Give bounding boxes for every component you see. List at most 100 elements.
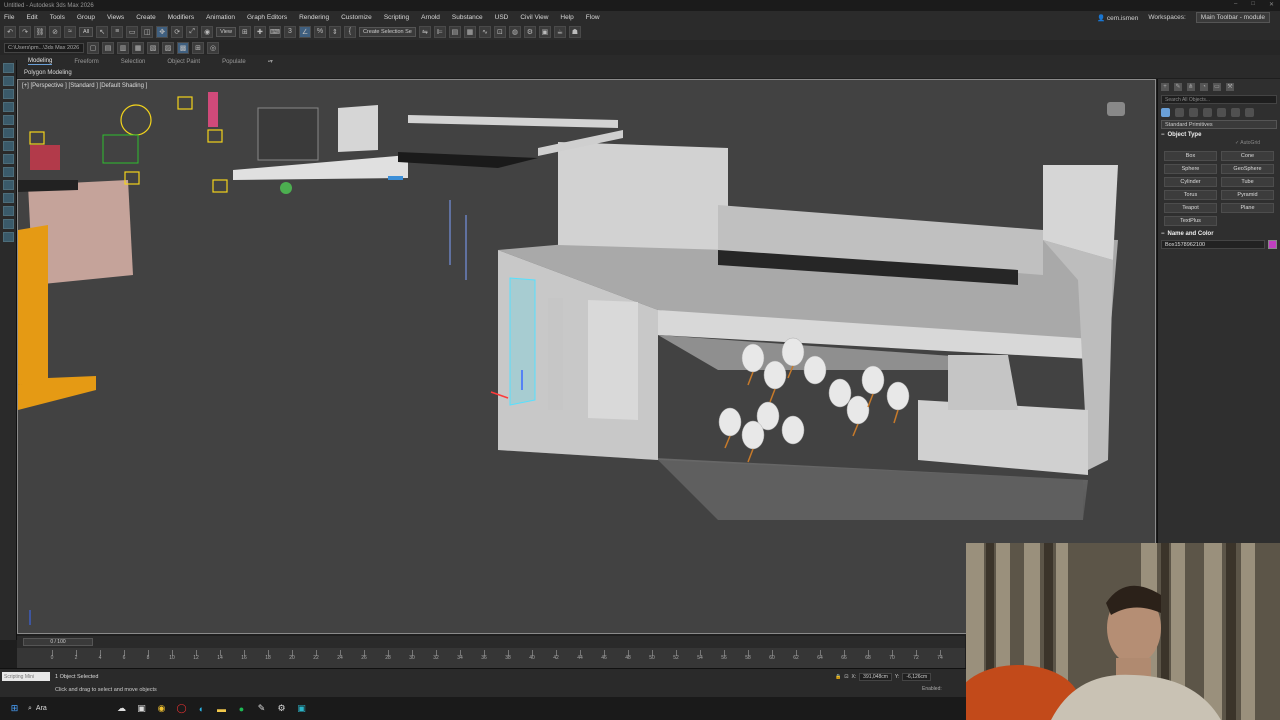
menu-group[interactable]: Group (77, 14, 95, 21)
menu-rendering[interactable]: Rendering (299, 14, 329, 21)
torus-button[interactable]: Torus (1164, 190, 1217, 200)
sort-tool-icon[interactable] (3, 141, 14, 151)
menu-customize[interactable]: Customize (341, 14, 372, 21)
link-icon[interactable]: ⛓ (34, 25, 46, 38)
render-icon[interactable]: ☕ (553, 25, 566, 38)
window-crossing-icon[interactable]: ◫ (141, 25, 154, 38)
tab-freeform[interactable]: Freeform (74, 59, 98, 65)
angle-snap-icon[interactable]: ∠ (298, 25, 311, 38)
tab-modeling[interactable]: Modeling (28, 58, 53, 65)
menu-file[interactable]: File (4, 14, 14, 21)
curve-editor-icon[interactable]: ∿ (478, 25, 491, 38)
hierarchy-tab-icon[interactable]: ⋔ (1187, 83, 1195, 91)
explorer-tool-icon[interactable] (3, 76, 14, 86)
lights-icon[interactable] (1189, 108, 1198, 117)
spinner-snap-icon[interactable]: ⇕ (328, 25, 341, 38)
helpers-icon[interactable] (1217, 108, 1226, 117)
pyramid-button[interactable]: Pyramid (1221, 190, 1274, 200)
menu-help[interactable]: Help (560, 14, 573, 21)
helper-tool-icon[interactable] (3, 232, 14, 242)
close-icon[interactable]: ✕ (1269, 1, 1274, 8)
tab-selection[interactable]: Selection (121, 59, 146, 65)
search-all-objects-input[interactable]: Search All Objects... (1161, 95, 1277, 104)
polygon-modeling-label[interactable]: Polygon Modeling (24, 70, 72, 76)
undo-icon[interactable]: ↶ (4, 25, 16, 38)
textplus-button[interactable]: TextPlus (1164, 216, 1217, 226)
viewcube-icon[interactable] (1107, 102, 1125, 116)
geometry-icon[interactable] (1161, 108, 1170, 117)
menu-scripting[interactable]: Scripting (384, 14, 409, 21)
isolate-icon[interactable]: ◎ (207, 41, 219, 54)
menu-usd[interactable]: USD (495, 14, 509, 21)
spacewarps-icon[interactable] (1231, 108, 1240, 117)
menu-substance[interactable]: Substance (452, 14, 483, 21)
name-color-rollout[interactable]: − Name and Color (1161, 231, 1277, 237)
minimize-icon[interactable]: – (1234, 1, 1237, 8)
maximize-icon[interactable]: □ (1251, 1, 1255, 8)
utilities-tab-icon[interactable]: ⚒ (1226, 83, 1234, 91)
frame-display[interactable]: 0 / 100 (23, 638, 93, 646)
chrome-icon[interactable]: ◉ (155, 702, 168, 715)
container-icon[interactable]: ▩ (177, 41, 189, 54)
selection-filter-dropdown[interactable]: All (79, 26, 94, 37)
display-tab-icon[interactable]: ▭ (1213, 83, 1221, 91)
layer-explorer-icon[interactable]: ▦ (463, 25, 476, 38)
cylinder-button[interactable]: Cylinder (1164, 177, 1217, 187)
tab-populate[interactable]: Populate (222, 59, 246, 65)
abs-mode-icon[interactable]: ⊡ (844, 674, 848, 680)
menu-modifiers[interactable]: Modifiers (168, 14, 194, 21)
ref-coord-dropdown[interactable]: View (216, 26, 236, 37)
bind-spacewarp-icon[interactable]: ≈ (64, 25, 76, 38)
y-coordinate-field[interactable]: -6,126cm (902, 673, 932, 681)
rendered-frame-icon[interactable]: ▣ (538, 25, 551, 38)
pivot-icon[interactable]: ⊞ (238, 25, 251, 38)
teapot-button[interactable]: Teapot (1164, 203, 1217, 213)
layer-add-icon[interactable]: ▥ (117, 41, 129, 54)
modify-tab-icon[interactable]: ✎ (1174, 83, 1182, 91)
filter-tool-icon[interactable] (3, 180, 14, 190)
keyboard-shortcut-icon[interactable]: ⌨ (268, 25, 281, 38)
maxscript-listener[interactable]: Scripting Mini (2, 672, 50, 681)
object-color-swatch[interactable] (1268, 240, 1277, 249)
menu-create[interactable]: Create (136, 14, 156, 21)
autogrid-checkbox[interactable]: ✓ AutoGrid (1158, 140, 1280, 149)
time-slider[interactable]: 0 / 100 (17, 636, 965, 648)
cameras-icon[interactable] (1203, 108, 1212, 117)
viewport-label[interactable]: [+] [Perspective ] [Standard ] [Default … (22, 83, 147, 89)
select-tool-icon[interactable] (3, 89, 14, 99)
workspace-dropdown[interactable]: Main Toolbar - module (1195, 12, 1270, 23)
mirror-icon[interactable]: ⇋ (418, 25, 431, 38)
select-scale-icon[interactable]: ⤢ (186, 25, 199, 38)
task-view-icon[interactable]: ▣ (135, 702, 148, 715)
edit-named-sets-icon[interactable]: { (343, 25, 356, 38)
redo-icon[interactable]: ↷ (19, 25, 31, 38)
taskbar-search[interactable]: ⌕ Ara (28, 705, 108, 713)
project-folder-icon[interactable]: ▢ (87, 41, 99, 54)
windows-start-icon[interactable]: ⊞ (8, 702, 21, 715)
motion-tab-icon[interactable]: ◔ (1200, 83, 1208, 91)
settings-icon[interactable]: ⚙ (275, 702, 288, 715)
render-setup-icon[interactable]: ⚙ (523, 25, 536, 38)
menu-graph-editors[interactable]: Graph Editors (247, 14, 287, 21)
place-icon[interactable]: ◉ (201, 25, 214, 38)
weather-icon[interactable]: ☁ (115, 702, 128, 715)
menu-civil-view[interactable]: Civil View (520, 14, 548, 21)
select-rotate-icon[interactable]: ⟳ (171, 25, 184, 38)
sphere-button[interactable]: Sphere (1164, 164, 1217, 174)
layer-freeze-icon[interactable]: ▨ (162, 41, 174, 54)
project-path-field[interactable]: C:\Users\pm...\3ds Max 2026 (4, 42, 84, 53)
primitive-category-dropdown[interactable]: Standard Primitives (1161, 120, 1277, 129)
scene-explorer-icon[interactable]: ▤ (448, 25, 461, 38)
select-manipulate-icon[interactable]: ✚ (253, 25, 266, 38)
select-by-name-icon[interactable]: ≡ (111, 25, 124, 38)
menu-views[interactable]: Views (107, 14, 124, 21)
spotify-icon[interactable]: ● (235, 702, 248, 715)
create-tab-icon[interactable]: + (1161, 83, 1169, 91)
menu-animation[interactable]: Animation (206, 14, 235, 21)
layer-hide-icon[interactable]: ▧ (147, 41, 159, 54)
cone-button[interactable]: Cone (1221, 151, 1274, 161)
pen-tool-icon[interactable]: ✎ (255, 702, 268, 715)
select-move-icon[interactable]: ✥ (156, 25, 169, 38)
menu-tools[interactable]: Tools (50, 14, 65, 21)
ribbon-toggle-icon[interactable]: ⊞ (192, 41, 204, 54)
